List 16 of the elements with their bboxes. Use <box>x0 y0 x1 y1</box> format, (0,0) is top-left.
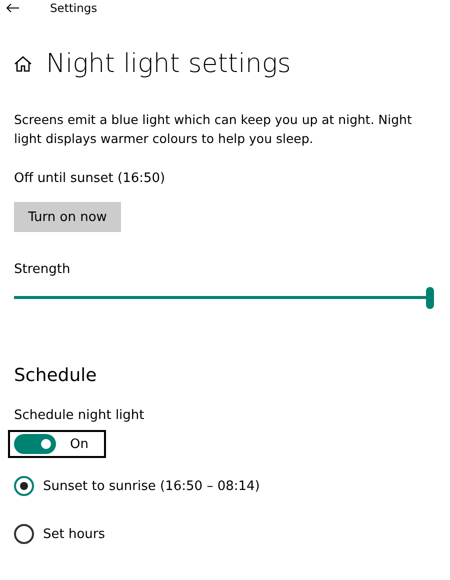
radio-button[interactable] <box>14 476 34 496</box>
window-title: Settings <box>50 1 98 15</box>
radio-label[interactable]: Sunset to sunrise (16:50 – 08:14) <box>43 478 260 494</box>
page-title: Night light settings <box>46 49 291 79</box>
status-text: Off until sunset (16:50) <box>14 171 166 186</box>
slider-thumb[interactable] <box>426 287 434 309</box>
back-icon[interactable] <box>6 3 20 13</box>
radio-label[interactable]: Set hours <box>43 526 106 542</box>
schedule-toggle[interactable]: On <box>8 430 106 458</box>
radio-button[interactable] <box>14 524 34 544</box>
strength-label: Strength <box>14 262 72 277</box>
home-icon[interactable] <box>14 56 32 72</box>
description-text: Screens emit a blue light which can keep you up at night. Night light displays warmer colours to help you sleep. <box>14 111 413 148</box>
turn-on-button[interactable]: Turn on now <box>14 202 121 232</box>
toggle-label: Schedule night light <box>14 408 146 423</box>
schedule-heading: Schedule <box>14 365 98 386</box>
